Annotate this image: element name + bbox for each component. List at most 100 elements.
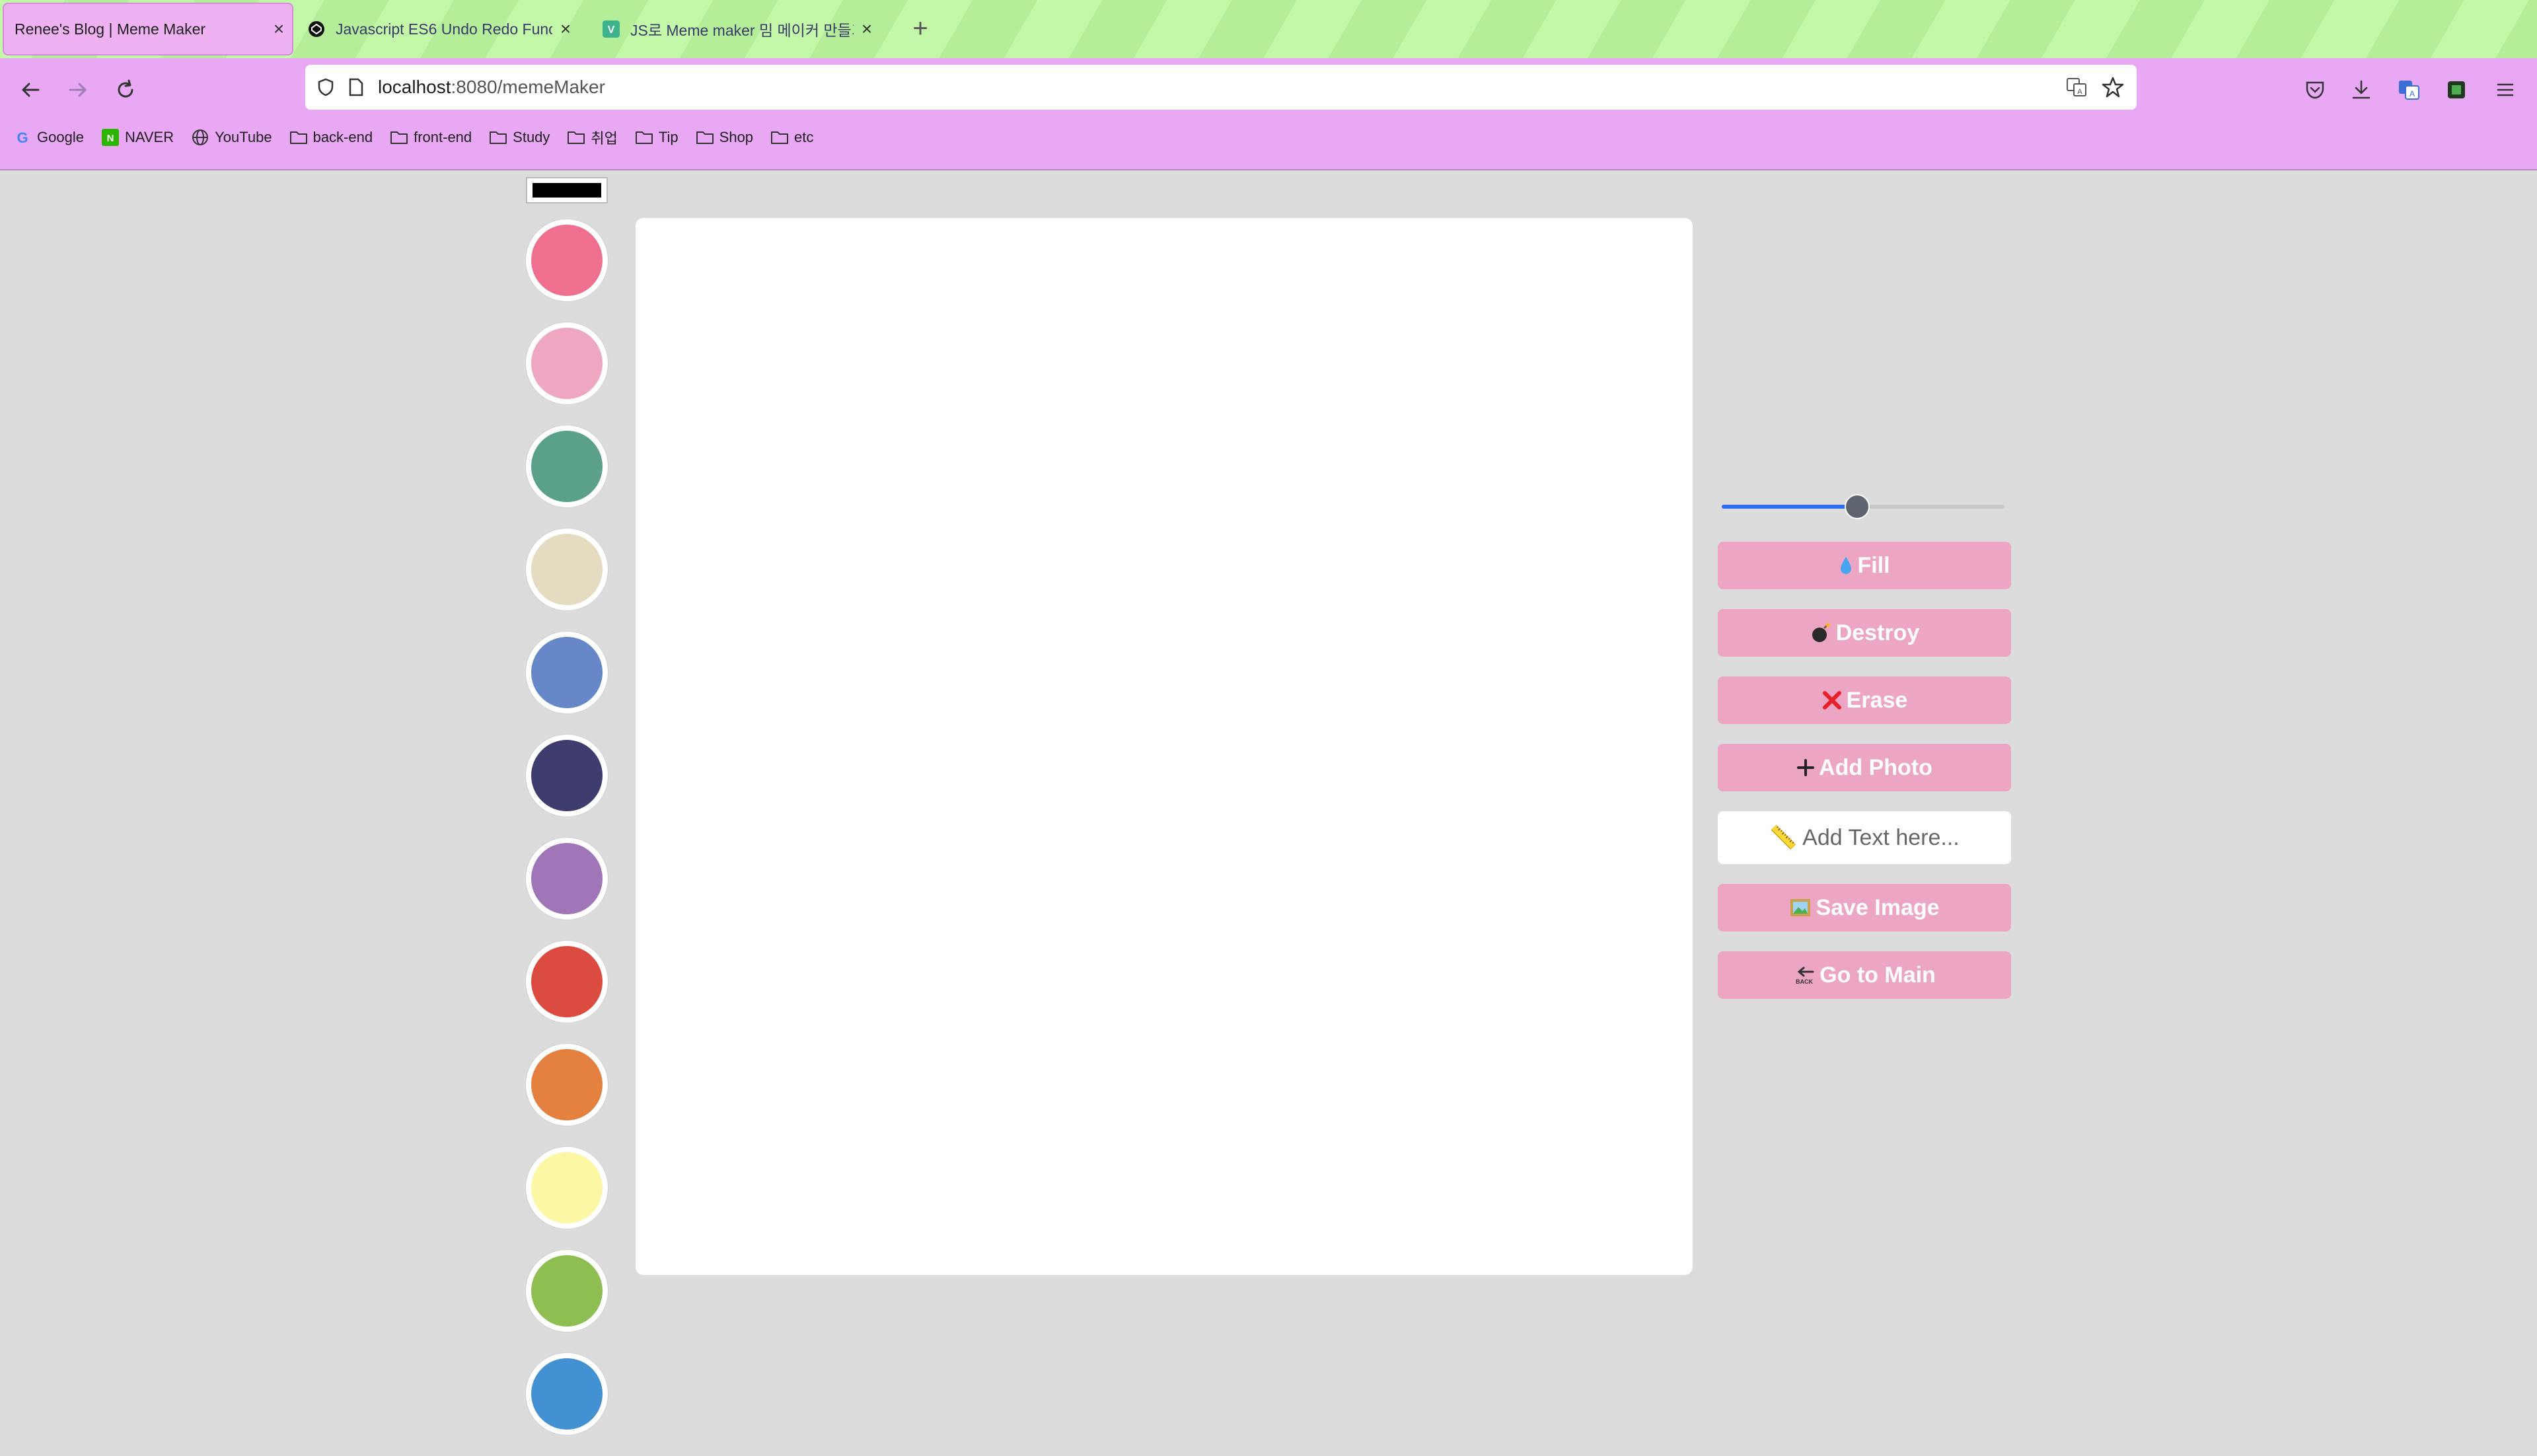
folder-icon (567, 128, 585, 147)
svg-text:BACK: BACK (1796, 978, 1813, 985)
svg-text:A: A (2077, 88, 2082, 96)
color-option[interactable] (526, 322, 608, 404)
add-photo-button[interactable]: Add Photo (1718, 744, 2011, 791)
extension-icon[interactable] (2435, 69, 2478, 111)
bookmark-label: Tip (658, 129, 679, 145)
bookmark-folder-shop[interactable]: Shop (696, 128, 753, 147)
folder-icon (635, 128, 653, 147)
color-option[interactable] (526, 219, 608, 301)
close-tab-icon[interactable]: × (266, 18, 292, 40)
bookmark-folder-front-end[interactable]: front-end (390, 128, 472, 147)
bookmark-label: Google (37, 129, 84, 145)
bookmark-label: 취업 (591, 130, 618, 147)
tab-meme-maker[interactable]: Renee's Blog | Meme Maker × (3, 3, 293, 55)
codepen-icon (308, 20, 325, 38)
back-arrow-icon[interactable] (9, 69, 52, 111)
page-icon (348, 77, 365, 97)
folder-icon (489, 128, 507, 147)
close-tab-icon[interactable]: × (854, 18, 880, 40)
text-input-placeholder: 📏 Add Text here... (1769, 825, 1960, 850)
go-to-main-label: Go to Main (1820, 962, 1936, 988)
naver-icon: N (101, 128, 120, 147)
save-image-button[interactable]: Save Image (1718, 884, 2011, 931)
folder-icon (390, 128, 408, 147)
url-host: localhost (378, 77, 451, 97)
translate-extension-icon[interactable]: A (2388, 69, 2430, 111)
new-tab-icon[interactable]: + (904, 12, 937, 45)
color-option[interactable] (526, 1353, 608, 1435)
color-option[interactable] (526, 941, 608, 1023)
bookmark-label: Shop (719, 129, 754, 145)
fill-label: Fill (1857, 552, 1890, 578)
framed-picture-icon (1789, 898, 1812, 918)
color-option[interactable] (526, 528, 608, 610)
svg-text:G: G (17, 129, 28, 146)
bomb-icon (1810, 622, 1832, 644)
download-icon[interactable] (2340, 69, 2382, 111)
menu-icon[interactable] (2484, 69, 2526, 111)
bookmark-naver[interactable]: N NAVER (101, 128, 174, 147)
url-text: localhost:8080/memeMaker (378, 77, 605, 98)
bookmark-star-icon[interactable] (2101, 75, 2125, 99)
tab-title: Renee's Blog | Meme Maker (15, 20, 206, 38)
tab-undo-redo[interactable]: Javascript ES6 Undo Redo Func × (301, 3, 579, 55)
svg-text:N: N (107, 133, 114, 144)
navigation-bar: localhost:8080/memeMaker A A G Google N (0, 58, 2537, 170)
bookmark-label: NAVER (124, 129, 174, 145)
close-tab-icon[interactable]: × (552, 18, 579, 40)
bookmark-youtube[interactable]: YouTube (191, 128, 272, 147)
address-bar[interactable]: localhost:8080/memeMaker A (305, 65, 2137, 110)
line-width-slider[interactable] (1718, 489, 2008, 525)
destroy-label: Destroy (1835, 620, 1920, 645)
color-option[interactable] (526, 1147, 608, 1229)
color-option[interactable] (526, 1250, 608, 1332)
color-option[interactable] (526, 735, 608, 817)
bookmark-folder-tip[interactable]: Tip (635, 128, 679, 147)
erase-button[interactable]: Erase (1718, 676, 2011, 724)
current-color-swatch (533, 183, 601, 198)
color-option[interactable] (526, 425, 608, 507)
globe-icon (191, 128, 209, 147)
slider-thumb[interactable] (1845, 494, 1870, 519)
droplet-icon (1839, 556, 1853, 575)
shield-icon[interactable] (316, 77, 336, 97)
destroy-button[interactable]: Destroy (1718, 609, 2011, 657)
save-image-label: Save Image (1816, 894, 1940, 920)
bookmark-label: YouTube (215, 129, 272, 145)
bookmark-google[interactable]: G Google (13, 128, 84, 147)
plus-icon (1796, 758, 1815, 777)
bookmark-folder-study[interactable]: Study (489, 128, 550, 147)
tab-title: JS로 Meme maker 밈 메이커 만들기 (630, 22, 854, 39)
color-option[interactable] (526, 1044, 608, 1126)
bookmark-folder-job[interactable]: 취업 (567, 127, 618, 148)
tab-title: Javascript ES6 Undo Redo Func (336, 20, 552, 38)
translate-icon[interactable]: A (2065, 76, 2088, 98)
color-palette (526, 219, 608, 1456)
url-path: :8080/memeMaker (451, 77, 605, 97)
google-icon: G (13, 128, 32, 147)
bookmark-label: Study (513, 129, 550, 145)
pocket-icon[interactable] (2294, 69, 2336, 111)
controls-panel: Fill Destroy Erase Add Photo 📏 Add Text … (1718, 489, 2011, 999)
bookmark-label: etc (794, 129, 814, 145)
color-picker-input[interactable] (526, 177, 608, 203)
reload-icon[interactable] (104, 69, 147, 111)
tab-strip: Renee's Blog | Meme Maker × Javascript E… (0, 0, 2537, 58)
text-input[interactable]: 📏 Add Text here... (1718, 811, 2011, 864)
drawing-canvas[interactable] (636, 218, 1693, 1275)
erase-label: Erase (1846, 687, 1908, 713)
folder-icon (770, 128, 789, 147)
folder-icon (696, 128, 714, 147)
bookmark-label: back-end (313, 129, 373, 145)
bookmark-folder-back-end[interactable]: back-end (289, 128, 373, 147)
bookmark-folder-etc[interactable]: etc (770, 128, 813, 147)
velog-icon: V (603, 20, 620, 38)
svg-text:V: V (608, 24, 615, 36)
slider-fill (1722, 505, 1858, 509)
forward-arrow-icon[interactable] (57, 69, 99, 111)
color-option[interactable] (526, 632, 608, 713)
color-option[interactable] (526, 838, 608, 920)
tab-js-meme[interactable]: V JS로 Meme maker 밈 메이커 만들기 × (596, 3, 880, 55)
go-to-main-button[interactable]: BACK Go to Main (1718, 951, 2011, 999)
fill-button[interactable]: Fill (1718, 542, 2011, 589)
